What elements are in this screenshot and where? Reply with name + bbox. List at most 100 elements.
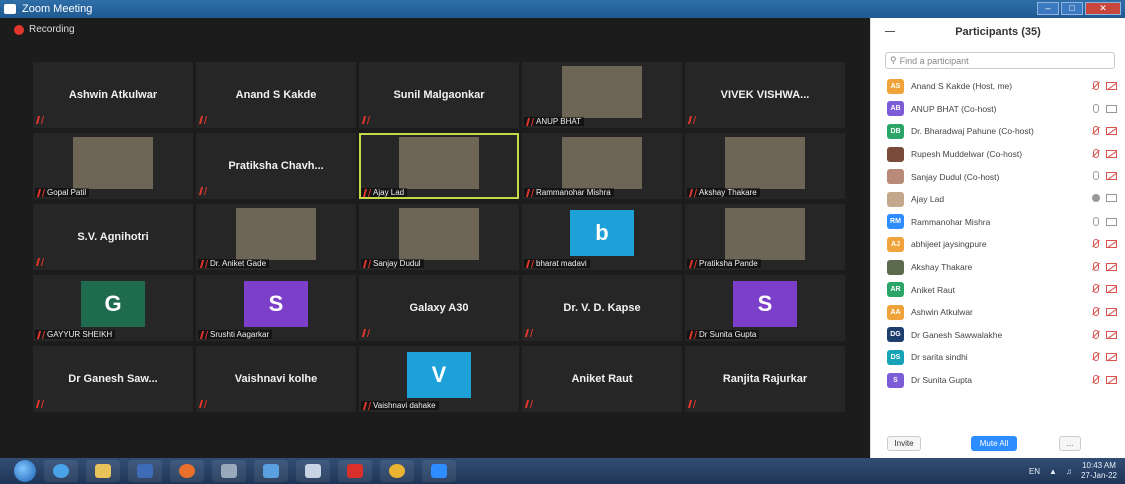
participant-video <box>562 137 642 189</box>
video-tile[interactable]: Galaxy A30 <box>359 275 519 341</box>
recording-icon <box>14 24 24 35</box>
close-button[interactable]: ✕ <box>1085 2 1121 15</box>
participant-avatar: AR <box>887 282 904 298</box>
video-tile[interactable]: Dr. Aniket Gade <box>196 204 356 270</box>
more-button[interactable]: ... <box>1059 435 1081 451</box>
video-tile[interactable]: Dr. V. D. Kapse <box>522 275 682 341</box>
tile-caption: Dr. Aniket Gade <box>198 259 270 268</box>
video-tile[interactable]: ANUP BHAT <box>522 62 682 128</box>
video-tile[interactable]: Ranjita Rajurkar <box>685 346 845 412</box>
participant-row[interactable]: Ajay Lad <box>871 188 1125 211</box>
participant-row[interactable]: RM Rammanohar Mishra <box>871 211 1125 234</box>
mic-muted-icon <box>1091 148 1100 159</box>
video-tile[interactable]: Ashwin Atkulwar <box>33 62 193 128</box>
minimize-button[interactable]: – <box>1037 2 1059 15</box>
video-tile[interactable]: Aniket Raut <box>522 346 682 412</box>
participant-video <box>725 137 805 189</box>
volume-icon[interactable]: ♫ <box>1066 467 1072 476</box>
participant-search-input[interactable]: ⚲ Find a participant <box>885 52 1115 69</box>
video-tile[interactable]: b bharat madavi <box>522 204 682 270</box>
pdf-icon <box>347 464 363 478</box>
media-player-icon <box>137 464 153 478</box>
participant-avatar <box>887 146 904 162</box>
participant-name: Vaishnavi kolhe <box>234 373 318 385</box>
participant-row[interactable]: DG Dr Ganesh Sawwalakhe <box>871 324 1125 347</box>
video-tile[interactable]: Gopal Patil <box>33 133 193 199</box>
caption-name: Dr Sunita Gupta <box>699 330 757 339</box>
participant-row[interactable]: S Dr Sunita Gupta <box>871 369 1125 392</box>
taskbar-media[interactable] <box>128 460 162 482</box>
maximize-button[interactable]: □ <box>1061 2 1083 15</box>
search-placeholder: Find a participant <box>899 55 969 66</box>
video-tile[interactable]: S.V. Agnihotri <box>33 204 193 270</box>
participant-row[interactable]: AJ abhijeet jaysingpure <box>871 233 1125 256</box>
participant-name: Dr Sunita Gupta <box>911 375 972 386</box>
participant-status <box>1091 306 1117 317</box>
start-button[interactable] <box>14 460 36 482</box>
video-tile[interactable]: Pratiksha Chavh... <box>196 133 356 199</box>
taskbar-zoom[interactable] <box>422 460 456 482</box>
participant-status <box>1091 374 1117 385</box>
video-tile[interactable]: G GAYYUR SHEIKH <box>33 275 193 341</box>
video-tile[interactable]: Pratiksha Pande <box>685 204 845 270</box>
participant-name: Dr. V. D. Kapse <box>563 302 641 314</box>
taskbar-firefox[interactable] <box>170 460 204 482</box>
invite-button[interactable]: Invite <box>887 435 921 451</box>
gallery-view: Recording Ashwin Atkulwar Anand S Kakde Su… <box>0 18 870 458</box>
participant-name: Dr Ganesh Saw... <box>68 373 158 385</box>
participant-row[interactable]: DS Dr sarita sindhi <box>871 346 1125 369</box>
clock[interactable]: 10:43 AM 27-Jan-22 <box>1081 461 1117 481</box>
clock-time: 10:43 AM <box>1082 461 1116 470</box>
network-icon[interactable]: ▲ <box>1049 467 1057 476</box>
video-off-icon <box>1106 127 1117 136</box>
participant-row[interactable]: Rupesh Muddelwar (Co-host) <box>871 143 1125 166</box>
zoom-icon <box>431 464 447 478</box>
participant-avatar <box>887 191 904 207</box>
participant-row[interactable]: DB Dr. Bharadwaj Pahune (Co-host) <box>871 120 1125 143</box>
collapse-icon[interactable] <box>885 31 895 32</box>
participant-row[interactable]: AS Anand S Kakde (Host, me) <box>871 75 1125 98</box>
video-tile[interactable]: VIVEK VISHWA... <box>685 62 845 128</box>
mute-all-button[interactable]: Mute All <box>971 435 1017 451</box>
video-tile[interactable]: V Vaishnavi dahake <box>359 346 519 412</box>
video-tile[interactable]: Rammanohar Mishra <box>522 133 682 199</box>
participant-name: Dr sarita sindhi <box>911 352 968 363</box>
video-tile[interactable]: Akshay Thakare <box>685 133 845 199</box>
caption-name: GAYYUR SHEIKH <box>47 330 113 339</box>
participant-row[interactable]: AB ANUP BHAT (Co-host) <box>871 98 1125 121</box>
video-tile[interactable]: Dr Ganesh Saw... <box>33 346 193 412</box>
participant-name: Ajay Lad <box>911 194 945 205</box>
participant-video <box>399 137 479 189</box>
taskbar-app7[interactable] <box>296 460 330 482</box>
participant-row[interactable]: Sanjay Dudul (Co-host) <box>871 165 1125 188</box>
video-tile[interactable]: Sunil Malgaonkar <box>359 62 519 128</box>
taskbar-app6[interactable] <box>254 460 288 482</box>
video-tile[interactable]: Vaishnavi kolhe <box>196 346 356 412</box>
participant-name: Rammanohar Mishra <box>911 216 991 227</box>
recording-indicator[interactable]: Recording <box>14 24 75 35</box>
participant-avatar: b <box>570 210 634 256</box>
taskbar-ie[interactable] <box>44 460 78 482</box>
video-tile[interactable]: Ajay Lad <box>359 133 519 199</box>
participant-row[interactable]: Akshay Thakare <box>871 256 1125 279</box>
participant-name: Ashwin Atkulwar <box>911 307 973 318</box>
video-icon <box>1106 104 1117 113</box>
participant-avatar: S <box>733 281 797 327</box>
taskbar-app5[interactable] <box>212 460 246 482</box>
taskbar-chrome[interactable] <box>380 460 414 482</box>
video-off-icon <box>1106 375 1117 384</box>
video-tile[interactable]: Anand S Kakde <box>196 62 356 128</box>
participant-name: Sunil Malgaonkar <box>393 89 485 101</box>
language-indicator[interactable]: EN <box>1029 467 1040 476</box>
taskbar-explorer[interactable] <box>86 460 120 482</box>
participant-status <box>1091 216 1117 227</box>
participant-name: VIVEK VISHWA... <box>720 89 810 101</box>
video-tile[interactable]: S Dr Sunita Gupta <box>685 275 845 341</box>
taskbar-acrobat[interactable] <box>338 460 372 482</box>
video-tile[interactable]: S Srushti Aagarkar <box>196 275 356 341</box>
participant-row[interactable]: AA Ashwin Atkulwar <box>871 301 1125 324</box>
participant-status <box>1091 329 1117 340</box>
video-tile[interactable]: Sanjay Dudul <box>359 204 519 270</box>
participant-row[interactable]: AR Aniket Raut <box>871 278 1125 301</box>
participant-avatar: S <box>244 281 308 327</box>
